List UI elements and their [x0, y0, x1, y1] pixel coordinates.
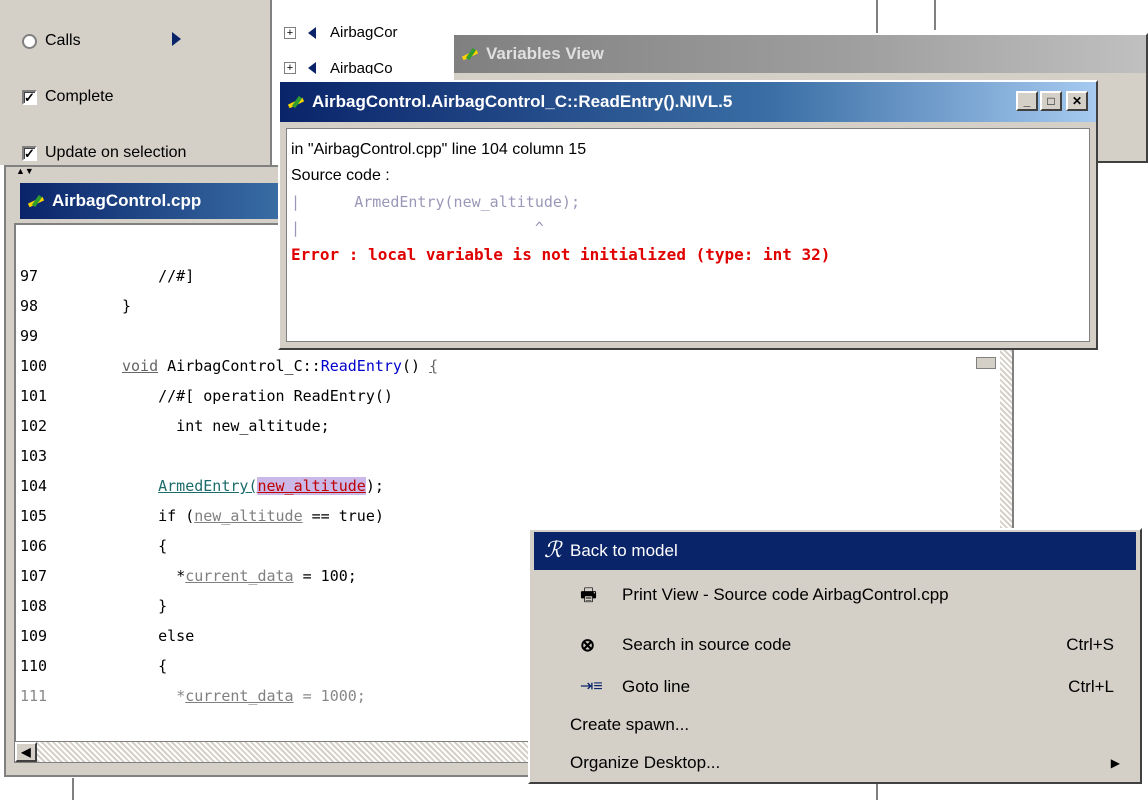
code-line: 109 else	[20, 627, 195, 645]
horizontal-scrollbar[interactable]: ◀	[14, 741, 534, 763]
menu-item-back-to-model[interactable]: ℛ Back to model	[534, 532, 1136, 570]
divider	[934, 0, 936, 30]
calls-arrow-icon[interactable]	[172, 32, 181, 46]
tree-item[interactable]: + AirbagCo	[284, 62, 393, 74]
variables-view-titlebar[interactable]: Variables View	[454, 35, 1146, 73]
expand-icon[interactable]: +	[284, 62, 296, 74]
code-line: 104 ArmedEntry(new_altitude);	[20, 477, 384, 495]
binoculars-icon: ⊗	[580, 635, 596, 655]
complete-label: Complete	[45, 88, 114, 105]
splitter-handle[interactable]: ▲▼	[16, 167, 34, 176]
code-line: 103	[20, 447, 48, 465]
printer-icon: 🖶	[580, 585, 597, 605]
error-popup-body: in "AirbagControl.cpp" line 104 column 1…	[286, 128, 1090, 342]
menu-item-search[interactable]: ⊗ Search in source code Ctrl+S	[534, 626, 1136, 664]
update-checkbox[interactable]: ✓	[22, 145, 37, 161]
class-arrow-icon	[308, 26, 316, 39]
maximize-button[interactable]: □	[1040, 91, 1062, 111]
app-icon	[460, 44, 480, 64]
shortcut-label: Ctrl+L	[1068, 677, 1114, 696]
armed-entry-link[interactable]: ArmedEntry	[158, 477, 248, 495]
code-line: 99	[20, 327, 39, 345]
void-keyword-link[interactable]: void	[122, 357, 158, 375]
code-line: 111 * current_data = 1000;	[20, 687, 366, 705]
shortcut-label: Ctrl+S	[1066, 635, 1114, 654]
calls-radio[interactable]	[22, 33, 37, 49]
menu-item-create-spawn[interactable]: Create spawn...	[534, 706, 1136, 744]
code-line: 107 * current_data = 100;	[20, 567, 357, 585]
calls-label: Calls	[45, 32, 81, 49]
expand-icon[interactable]: +	[284, 26, 296, 39]
code-line: 100 void AirbagControl_C:: ReadEntry() {	[20, 357, 439, 375]
variable-link[interactable]: current_data	[185, 687, 293, 705]
class-arrow-icon	[308, 62, 316, 74]
variables-view-title: Variables View	[486, 44, 604, 63]
function-name: ReadEntry	[320, 357, 402, 375]
code-line: 108 }	[20, 597, 168, 615]
highlighted-variable[interactable]: new_altitude	[257, 477, 366, 495]
error-popup-titlebar[interactable]: AirbagControl.AirbagControl_C::ReadEntry…	[280, 82, 1096, 122]
submenu-arrow-icon: ▶	[1110, 756, 1120, 770]
rhapsody-icon: ℛ	[544, 538, 562, 563]
menu-item-organize-desktop[interactable]: Organize Desktop... ▶	[534, 744, 1136, 782]
app-icon	[26, 191, 46, 211]
tree-item-label: AirbagCo	[330, 62, 393, 74]
update-checkbox-row[interactable]: ✓ Update on selection	[22, 143, 186, 163]
brace-link[interactable]: {	[429, 357, 438, 375]
variable-link[interactable]: current_data	[185, 567, 293, 585]
tree-item[interactable]: + AirbagCor	[284, 24, 398, 41]
code-line: 98}	[20, 297, 132, 315]
source-snippet: | ArmedEntry(new_altitude);	[291, 193, 580, 211]
lower-divider	[72, 778, 74, 800]
close-button[interactable]: ✕	[1066, 91, 1088, 111]
app-icon	[286, 92, 306, 112]
update-label: Update on selection	[45, 144, 187, 161]
tree-item-label: AirbagCor	[330, 24, 398, 41]
menu-item-print-view[interactable]: 🖶 Print View - Source code AirbagControl…	[534, 576, 1136, 614]
goto-line-icon: ⇥≡	[580, 678, 603, 695]
complete-checkbox[interactable]: ✓	[22, 89, 37, 105]
minimize-button[interactable]: _	[1016, 91, 1038, 111]
options-panel: Calls ✓ Complete ✓ Update on selection	[0, 0, 272, 165]
code-line: 105 if (new_altitude == true)	[20, 507, 384, 525]
code-line: 110 {	[20, 657, 168, 675]
code-line: 106 {	[20, 537, 168, 555]
code-line: 97 //#]	[20, 267, 195, 285]
caret-line: | ^	[291, 219, 544, 237]
editor-titlebar[interactable]: AirbagControl.cpp	[20, 183, 284, 219]
error-location: in "AirbagControl.cpp" line 104 column 1…	[291, 141, 587, 158]
error-popup-title: AirbagControl.AirbagControl_C::ReadEntry…	[312, 92, 733, 111]
calls-radio-row[interactable]: Calls	[22, 32, 81, 50]
menu-item-goto-line[interactable]: ⇥≡ Goto line Ctrl+L	[534, 668, 1136, 706]
variable-link[interactable]: new_altitude	[194, 507, 302, 525]
context-menu: ℛ Back to model 🖶 Print View - Source co…	[528, 528, 1142, 784]
vertical-scrollbar-thumb[interactable]	[976, 357, 996, 369]
editor-title: AirbagControl.cpp	[52, 191, 202, 210]
code-line: 101 //#[ operation ReadEntry()	[20, 387, 393, 405]
error-message: Error : local variable is not initialize…	[291, 245, 831, 264]
source-label: Source code :	[291, 167, 390, 184]
complete-checkbox-row[interactable]: ✓ Complete	[22, 88, 113, 106]
scroll-left-button[interactable]: ◀	[15, 742, 37, 762]
code-line: 102 int new_altitude;	[20, 417, 330, 435]
error-popup-window: AirbagControl.AirbagControl_C::ReadEntry…	[278, 80, 1098, 350]
